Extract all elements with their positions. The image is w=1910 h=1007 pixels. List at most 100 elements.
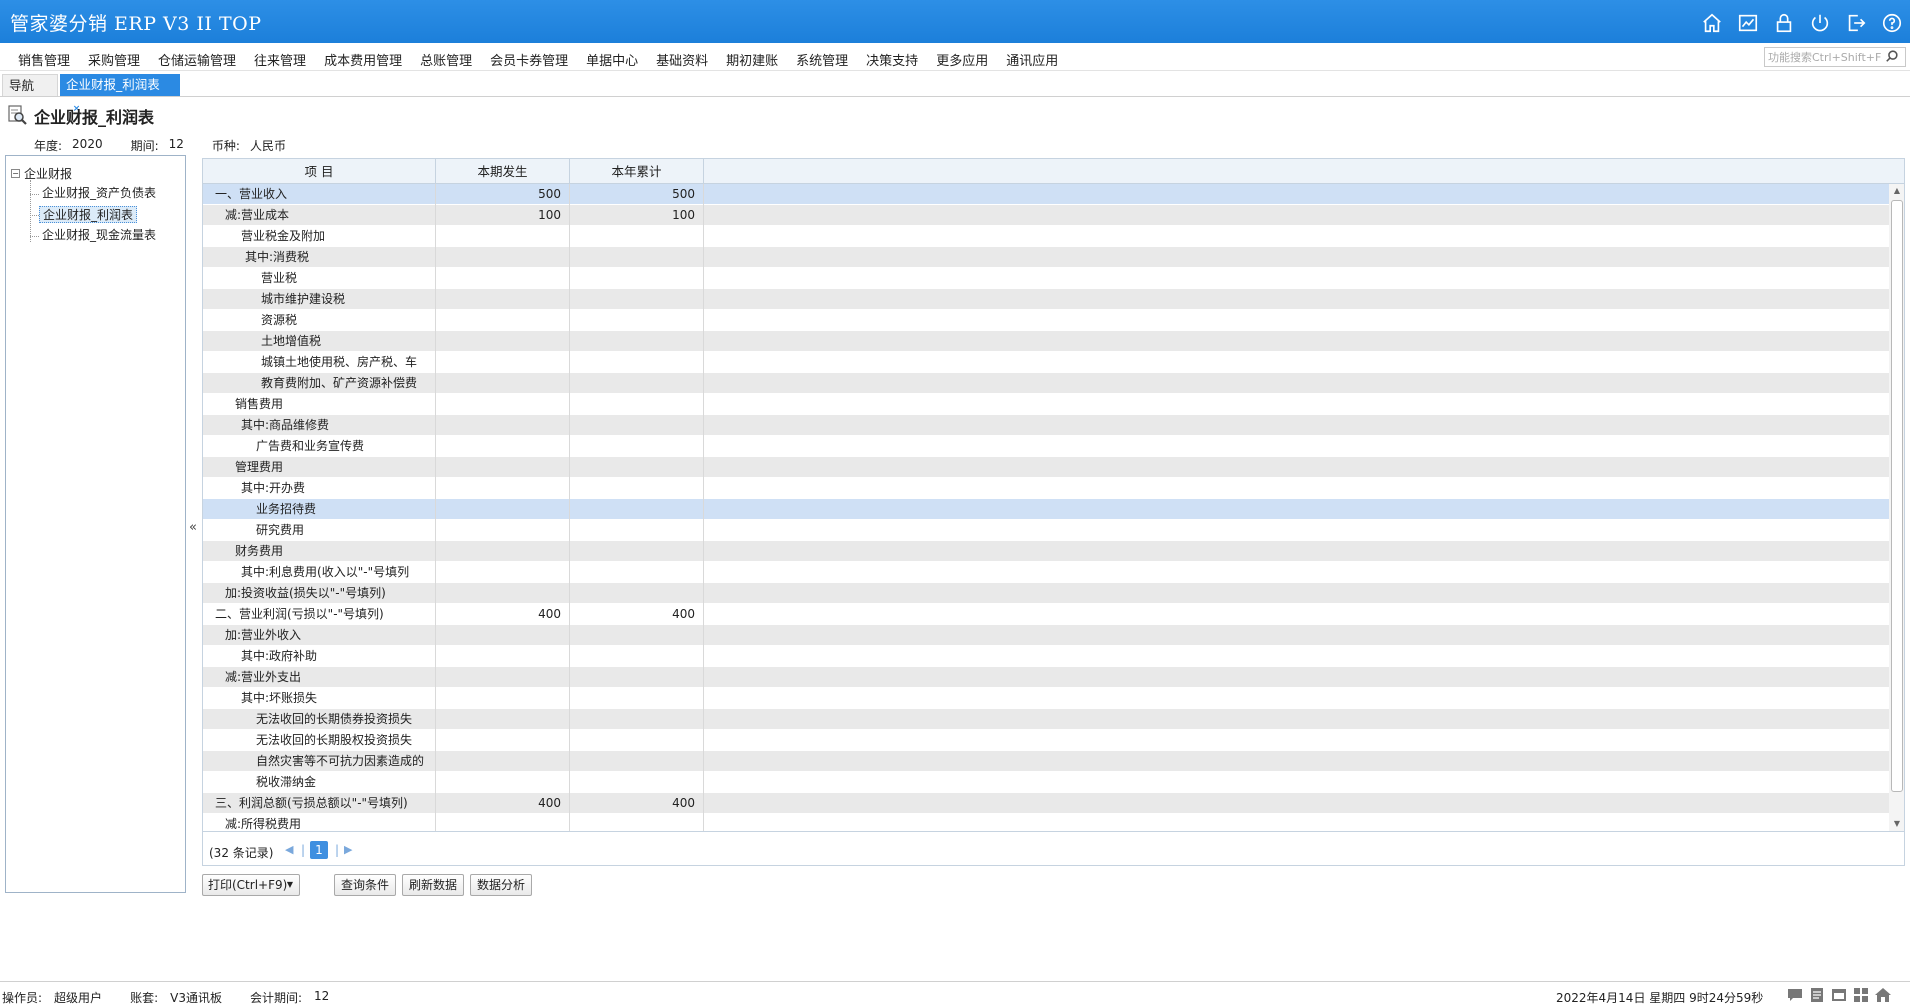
- cell-item[interactable]: 减:营业成本: [203, 205, 436, 226]
- cell-year-to-date[interactable]: [570, 247, 704, 268]
- table-row[interactable]: 二、营业利润(亏损以"-"号填列) 400 400: [203, 604, 1889, 625]
- cell-item[interactable]: 管理费用: [203, 457, 436, 478]
- cell-item[interactable]: 广告费和业务宣传费: [203, 436, 436, 457]
- cell-current-period[interactable]: [436, 457, 570, 478]
- table-row[interactable]: 一、营业收入 500 500: [203, 184, 1889, 205]
- table-row[interactable]: 税收滞纳金: [203, 772, 1889, 793]
- cell-current-period[interactable]: [436, 499, 570, 520]
- cell-current-period[interactable]: [436, 352, 570, 373]
- menu-documents[interactable]: 单据中心: [577, 50, 647, 69]
- cell-year-to-date[interactable]: [570, 730, 704, 751]
- cell-year-to-date[interactable]: [570, 646, 704, 667]
- table-row[interactable]: 其中:利息费用(收入以"-"号填列: [203, 562, 1889, 583]
- table-row[interactable]: 土地增值税: [203, 331, 1889, 352]
- cell-year-to-date[interactable]: [570, 562, 704, 583]
- cell-item[interactable]: 减:营业外支出: [203, 667, 436, 688]
- cell-current-period[interactable]: [436, 583, 570, 604]
- prev-page-icon[interactable]: ◀: [285, 843, 293, 856]
- cell-year-to-date[interactable]: [570, 667, 704, 688]
- cell-year-to-date[interactable]: [570, 478, 704, 499]
- menu-ledger[interactable]: 总账管理: [411, 50, 481, 69]
- menu-warehouse[interactable]: 仓储运输管理: [149, 50, 245, 69]
- cell-current-period[interactable]: [436, 478, 570, 499]
- table-row[interactable]: 减:营业成本 100 100: [203, 205, 1889, 226]
- cell-current-period[interactable]: [436, 247, 570, 268]
- menu-cost[interactable]: 成本费用管理: [315, 50, 411, 69]
- cell-year-to-date[interactable]: 100: [570, 205, 704, 226]
- refresh-data-button[interactable]: 刷新数据: [402, 874, 464, 896]
- cell-year-to-date[interactable]: [570, 751, 704, 772]
- home-icon[interactable]: [1700, 11, 1724, 35]
- cell-item[interactable]: 其中:商品维修费: [203, 415, 436, 436]
- table-row[interactable]: 营业税金及附加: [203, 226, 1889, 247]
- scrollbar-thumb[interactable]: [1891, 200, 1903, 792]
- column-header-item[interactable]: 项 目: [203, 159, 436, 184]
- table-row[interactable]: 广告费和业务宣传费: [203, 436, 1889, 457]
- cell-item[interactable]: 教育费附加、矿产资源补偿费: [203, 373, 436, 394]
- exit-icon[interactable]: [1844, 11, 1868, 35]
- cell-current-period[interactable]: 400: [436, 793, 570, 814]
- cell-current-period[interactable]: [436, 667, 570, 688]
- cell-year-to-date[interactable]: [570, 226, 704, 247]
- menu-system[interactable]: 系统管理: [787, 50, 857, 69]
- cell-current-period[interactable]: [436, 646, 570, 667]
- print-button[interactable]: 打印(Ctrl+F9) ▼: [202, 874, 300, 896]
- table-row[interactable]: 资源税: [203, 310, 1889, 331]
- cell-year-to-date[interactable]: [570, 709, 704, 730]
- menu-sales[interactable]: 销售管理: [9, 50, 79, 69]
- table-row[interactable]: 无法收回的长期债券投资损失: [203, 709, 1889, 730]
- cell-current-period[interactable]: [436, 226, 570, 247]
- cell-current-period[interactable]: [436, 415, 570, 436]
- menu-more-apps[interactable]: 更多应用: [927, 50, 997, 69]
- menu-membership[interactable]: 会员卡券管理: [481, 50, 577, 69]
- table-row[interactable]: 自然灾害等不可抗力因素造成的: [203, 751, 1889, 772]
- cell-year-to-date[interactable]: [570, 289, 704, 310]
- cell-item[interactable]: 税收滞纳金: [203, 772, 436, 793]
- menu-accounts[interactable]: 往来管理: [245, 50, 315, 69]
- cell-current-period[interactable]: [436, 394, 570, 415]
- tree-item-income-statement[interactable]: 企业财报_利润表: [39, 206, 138, 223]
- table-row[interactable]: 财务费用: [203, 541, 1889, 562]
- cell-item[interactable]: 无法收回的长期债券投资损失: [203, 709, 436, 730]
- cell-item[interactable]: 三、利润总额(亏损总额以"-"号填列): [203, 793, 436, 814]
- table-row[interactable]: 加:营业外收入: [203, 625, 1889, 646]
- cell-item[interactable]: 财务费用: [203, 541, 436, 562]
- search-input[interactable]: [1765, 48, 1885, 66]
- menu-opening[interactable]: 期初建账: [717, 50, 787, 69]
- cell-item[interactable]: 其中:坏账损失: [203, 688, 436, 709]
- cell-year-to-date[interactable]: [570, 436, 704, 457]
- cell-year-to-date[interactable]: [570, 457, 704, 478]
- table-row[interactable]: 减:营业外支出: [203, 667, 1889, 688]
- cell-item[interactable]: 销售费用: [203, 394, 436, 415]
- table-row[interactable]: 业务招待费: [203, 499, 1889, 520]
- cell-year-to-date[interactable]: [570, 499, 704, 520]
- menu-purchase[interactable]: 采购管理: [79, 50, 149, 69]
- tree-root-item[interactable]: − 企业财报: [11, 165, 72, 182]
- lock-icon[interactable]: [1772, 11, 1796, 35]
- cell-item[interactable]: 城镇土地使用税、房产税、车: [203, 352, 436, 373]
- cell-current-period[interactable]: [436, 268, 570, 289]
- search-icon[interactable]: [1885, 49, 1899, 66]
- vertical-scrollbar[interactable]: ▲ ▼: [1889, 184, 1904, 831]
- cell-item[interactable]: 无法收回的长期股权投资损失: [203, 730, 436, 751]
- table-row[interactable]: 其中:坏账损失: [203, 688, 1889, 709]
- table-row[interactable]: 其中:消费税: [203, 247, 1889, 268]
- cell-item[interactable]: 其中:开办费: [203, 478, 436, 499]
- table-row[interactable]: 城市维护建设税: [203, 289, 1889, 310]
- table-row[interactable]: 教育费附加、矿产资源补偿费: [203, 373, 1889, 394]
- cell-current-period[interactable]: [436, 709, 570, 730]
- cell-item[interactable]: 一、营业收入: [203, 184, 436, 205]
- table-row[interactable]: 研究费用: [203, 520, 1889, 541]
- cell-year-to-date[interactable]: [570, 583, 704, 604]
- cell-current-period[interactable]: [436, 373, 570, 394]
- column-header-ytd[interactable]: 本年累计: [570, 159, 704, 184]
- cell-year-to-date[interactable]: [570, 268, 704, 289]
- window-icon[interactable]: [1830, 986, 1848, 1004]
- cell-item[interactable]: 加:营业外收入: [203, 625, 436, 646]
- cell-year-to-date[interactable]: [570, 310, 704, 331]
- cell-year-to-date[interactable]: [570, 415, 704, 436]
- table-row[interactable]: 无法收回的长期股权投资损失: [203, 730, 1889, 751]
- cell-item[interactable]: 业务招待费: [203, 499, 436, 520]
- cell-year-to-date[interactable]: [570, 520, 704, 541]
- cell-year-to-date[interactable]: [570, 541, 704, 562]
